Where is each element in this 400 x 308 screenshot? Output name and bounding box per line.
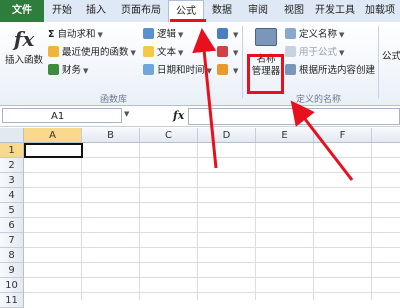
arrow-to-formulas-tab (192, 28, 218, 169)
annotation-arrows (192, 28, 354, 181)
arrow-to-name-manager (290, 100, 354, 181)
